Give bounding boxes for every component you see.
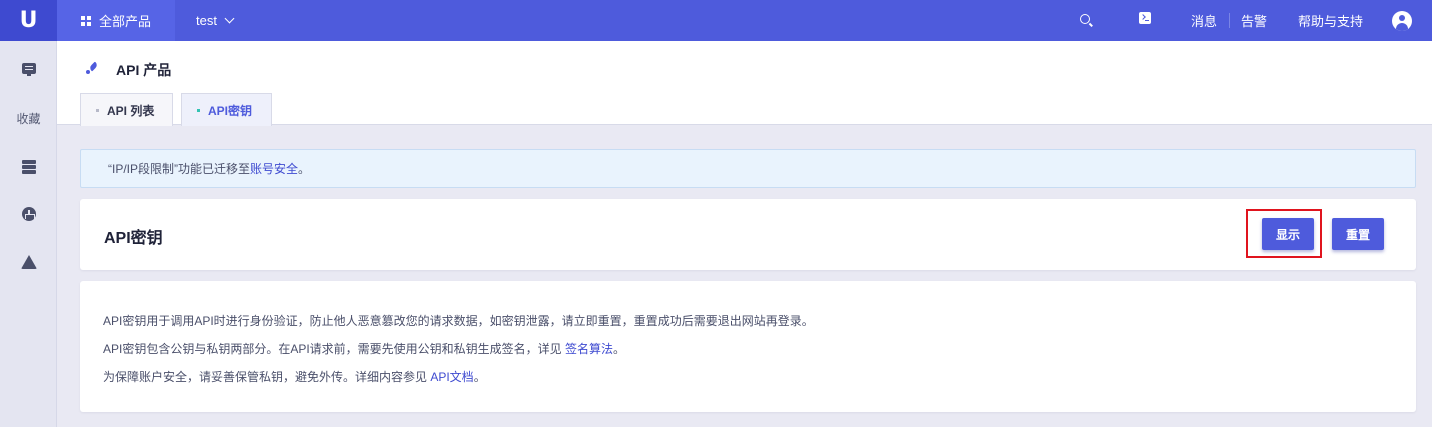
notice-text: “IP/IP段限制”功能已迁移至 <box>108 162 251 176</box>
tab-api-key[interactable]: API密钥 <box>181 93 272 126</box>
account-security-link[interactable]: 账号安全 <box>250 160 298 177</box>
alerts-label: 告警 <box>1241 14 1268 29</box>
brand-logo[interactable]: U <box>0 0 57 41</box>
sidebar-item-monitor[interactable] <box>0 60 57 76</box>
all-products-label: 全部产品 <box>99 14 152 29</box>
description-line-2: API密钥包含公钥与私钥两部分。在API请求前，需要先使用公钥和私钥生成签名，详… <box>103 340 625 357</box>
grid-icon <box>81 15 91 26</box>
help-support-label: 帮助与支持 <box>1298 14 1364 29</box>
search-icon[interactable] <box>1080 14 1090 24</box>
sidebar: 收藏 <box>0 41 57 427</box>
sidebar-item-favorites[interactable]: 收藏 <box>0 110 57 126</box>
logo-mark: U <box>19 8 38 33</box>
divider <box>1229 13 1230 28</box>
alerts-link[interactable]: 告警 <box>1241 0 1267 41</box>
sidebar-item-network[interactable] <box>0 206 57 222</box>
description-line-3: 为保障账户安全，请妥善保管私钥，避免外传。详细内容参见 API文档。 <box>103 368 486 385</box>
description-line-1: API密钥用于调用API时进行身份验证，防止他人恶意篡改您的请求数据，如密钥泄露… <box>103 312 814 329</box>
api-docs-link[interactable]: API文档 <box>430 370 473 384</box>
description-text: 为保障账户安全，请妥善保管私钥，避免外传。详细内容参见 <box>103 370 431 384</box>
description-card: API密钥用于调用API时进行身份验证，防止他人恶意篡改您的请求数据，如密钥泄露… <box>80 281 1416 412</box>
sidebar-item-servers[interactable] <box>0 159 57 175</box>
terminal-icon[interactable] <box>1139 12 1151 24</box>
project-selector[interactable]: test <box>196 0 235 41</box>
info-notice: “IP/IP段限制”功能已迁移至 账号安全。 <box>80 149 1416 188</box>
reset-button[interactable]: 重置 <box>1332 218 1384 250</box>
page-header: API 产品 API 列表 API密钥 <box>57 41 1432 126</box>
messages-link[interactable]: 消息 <box>1191 0 1217 41</box>
all-products-button[interactable]: 全部产品 <box>57 0 175 41</box>
top-navigation-bar: U 全部产品 test 消息 告警 帮助与支持 <box>0 0 1432 41</box>
description-suffix: 。 <box>613 342 626 356</box>
signature-algorithm-link[interactable]: 签名算法 <box>565 342 613 356</box>
card-title: API密钥 <box>104 230 163 247</box>
rocket-icon <box>86 63 98 75</box>
favorites-label: 收藏 <box>16 111 41 126</box>
tab-dot <box>197 108 200 112</box>
sidebar-item-storage[interactable] <box>0 254 57 270</box>
tab-api-list[interactable]: API 列表 <box>80 93 173 126</box>
notice-suffix: 。 <box>298 162 311 176</box>
api-key-card: API密钥 显示 重置 <box>80 199 1416 270</box>
tab-dot <box>96 108 99 112</box>
project-name: test <box>196 13 217 28</box>
page-title: API 产品 <box>116 62 172 78</box>
tab-label: API密钥 <box>208 103 253 118</box>
storage-icon <box>20 255 37 269</box>
tab-label: API 列表 <box>107 103 155 118</box>
show-button[interactable]: 显示 <box>1262 218 1314 250</box>
network-icon <box>21 207 36 221</box>
messages-label: 消息 <box>1191 14 1218 29</box>
help-support-link[interactable]: 帮助与支持 <box>1298 0 1363 41</box>
chevron-down-icon <box>224 13 235 24</box>
monitor-icon <box>21 62 36 76</box>
description-text: API密钥包含公钥与私钥两部分。在API请求前，需要先使用公钥和私钥生成签名，详… <box>103 342 566 356</box>
description-suffix: 。 <box>473 370 486 384</box>
server-icon <box>21 160 36 174</box>
user-avatar-icon[interactable] <box>1392 11 1412 31</box>
description-text: API密钥用于调用API时进行身份验证，防止他人恶意篡改您的请求数据，如密钥泄露… <box>103 314 814 328</box>
